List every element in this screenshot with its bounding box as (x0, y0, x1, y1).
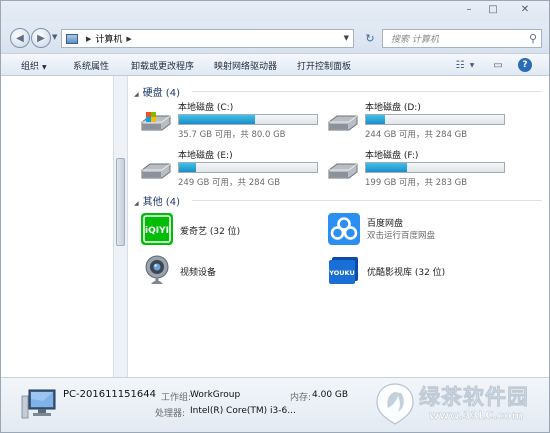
memory-value: 4.00 GB (312, 390, 349, 400)
organize-label: 组织 (21, 62, 40, 72)
window-controls: – □ ✕ (457, 1, 545, 17)
view-dropdown-icon[interactable]: ▼ (468, 58, 476, 72)
collapse-icon[interactable]: ◢ (134, 200, 139, 207)
scrollbar-thumb[interactable] (116, 158, 125, 246)
watermark-logo-icon (376, 383, 414, 425)
preview-pane-icon[interactable]: ▭ (491, 58, 505, 72)
iqiyi-logo-text: iQIYI (145, 226, 169, 236)
drive-usage-bar (365, 162, 505, 173)
hard-drive-icon (141, 163, 171, 179)
explorer-window: – □ ✕ ◀ ▶ ▼ ▶ 计算机 ▶ ▼ ↻ 搜索 计算机 ⚲ 组织 ▼ 系统属… (0, 0, 550, 433)
search-icon[interactable]: ⚲ (529, 32, 537, 45)
command-bar: 组织 ▼ 系统属性 卸载或更改程序 映射网络驱动器 打开控制面板 ☷ ▼ ▭ ? (1, 53, 549, 76)
view-options-icon[interactable]: ☷ (453, 58, 467, 72)
app-description: 双击运行百度网盘 (367, 231, 436, 241)
video-device[interactable]: 视频设备 (140, 253, 320, 291)
drive-d[interactable]: 本地磁盘 (D:) 244 GB 可用，共 284 GB (327, 100, 517, 146)
processor-label: 处理器: (155, 409, 186, 419)
caret-down-icon: ▼ (42, 64, 47, 71)
content-pane: ◢ 硬盘 (4) 本地磁盘 (C:) 35.7 GB 可用，共 80.0 GB 本… (128, 76, 549, 377)
address-bar[interactable]: ▶ 计算机 ▶ ▼ (61, 29, 354, 48)
map-network-drive-button[interactable]: 映射网络驱动器 (214, 59, 277, 72)
recent-pages-dropdown[interactable]: ▼ (52, 33, 57, 41)
refresh-button[interactable]: ↻ (362, 30, 378, 46)
drive-label: 本地磁盘 (E:) (178, 151, 233, 161)
system-properties-button[interactable]: 系统属性 (73, 59, 109, 72)
search-input[interactable]: 搜索 计算机 ⚲ (382, 29, 542, 48)
address-dropdown-icon[interactable]: ▼ (344, 34, 349, 42)
drive-usage-bar (365, 114, 505, 125)
chevron-right-icon[interactable]: ▶ (86, 35, 91, 43)
computer-name: PC-201611151644 (63, 389, 156, 400)
drive-free-space: 199 GB 可用，共 283 GB (365, 178, 468, 188)
open-control-panel-button[interactable]: 打开控制面板 (297, 59, 351, 72)
back-button[interactable]: ◀ (10, 28, 30, 48)
organize-button[interactable]: 组织 ▼ (21, 59, 47, 72)
title-bar: – □ ✕ (1, 1, 549, 23)
drive-free-space: 249 GB 可用，共 284 GB (178, 178, 281, 188)
drive-usage-fill (179, 115, 255, 124)
workgroup-value: WorkGroup (190, 390, 241, 400)
app-youku[interactable]: YOUKU 优酷影视库 (32 位) (327, 253, 527, 291)
system-drive-icon (141, 112, 171, 131)
forward-button[interactable]: ▶ (31, 28, 51, 48)
processor-value: Intel(R) Core(TM) i3-6... (190, 406, 296, 416)
drive-label: 本地磁盘 (D:) (365, 103, 421, 113)
refresh-icon: ↻ (365, 31, 375, 45)
breadcrumb-computer[interactable]: 计算机 (95, 32, 122, 45)
close-button[interactable]: ✕ (505, 1, 545, 17)
drive-free-space: 35.7 GB 可用，共 80.0 GB (178, 130, 286, 140)
app-iqiyi[interactable]: iQIYI 爱奇艺 (32 位) (140, 212, 320, 250)
app-baidu-netdisk[interactable]: 百度网盘 双击运行百度网盘 (327, 212, 527, 250)
watermark-url: www.33LC.com (429, 409, 524, 422)
group-divider (192, 200, 542, 201)
drive-label: 本地磁盘 (C:) (178, 103, 234, 113)
device-label: 视频设备 (180, 268, 217, 278)
app-label: 爱奇艺 (32 位) (180, 227, 241, 237)
drive-label: 本地磁盘 (F:) (365, 151, 419, 161)
drive-e[interactable]: 本地磁盘 (E:) 249 GB 可用，共 284 GB (140, 148, 330, 194)
computer-icon (66, 33, 78, 44)
drive-free-space: 244 GB 可用，共 284 GB (365, 130, 468, 140)
drive-usage-fill (366, 163, 408, 172)
drive-usage-bar (178, 162, 318, 173)
navigation-scrollbar[interactable] (114, 76, 128, 377)
drives-group-header[interactable]: ◢ 硬盘 (4) (134, 84, 180, 99)
baidu-netdisk-icon (328, 213, 360, 245)
drives-group-label: 硬盘 (4) (142, 88, 180, 99)
search-placeholder: 搜索 计算机 (391, 35, 439, 45)
youku-icon: YOUKU (328, 257, 358, 284)
drive-c[interactable]: 本地磁盘 (C:) 35.7 GB 可用，共 80.0 GB (140, 100, 330, 146)
navigation-pane[interactable] (1, 76, 114, 377)
hard-drive-icon (328, 115, 358, 131)
uninstall-program-button[interactable]: 卸载或更改程序 (131, 59, 194, 72)
memory-label: 内存: (290, 393, 312, 403)
collapse-icon[interactable]: ◢ (134, 91, 139, 98)
arrow-left-icon: ◀ (16, 32, 24, 44)
watermark-brand: 绿茶软件园 (419, 385, 529, 410)
youku-logo-text: YOUKU (328, 269, 354, 277)
computer-monitor-icon (21, 389, 56, 419)
workgroup-label: 工作组: (161, 393, 192, 403)
group-divider (192, 91, 542, 92)
chevron-right-icon[interactable]: ▶ (126, 35, 131, 43)
app-label: 优酷影视库 (32 位) (367, 268, 446, 278)
arrow-right-icon: ▶ (37, 32, 45, 44)
others-group-label: 其他 (4) (142, 197, 180, 208)
drive-f[interactable]: 本地磁盘 (F:) 199 GB 可用，共 283 GB (327, 148, 517, 194)
minimize-button[interactable]: – (457, 1, 481, 17)
help-icon[interactable]: ? (518, 58, 532, 72)
drive-usage-fill (179, 163, 196, 172)
others-group-header[interactable]: ◢ 其他 (4) (134, 193, 180, 208)
app-label: 百度网盘 (367, 219, 404, 229)
iqiyi-icon: iQIYI (141, 213, 173, 245)
drive-usage-bar (178, 114, 318, 125)
drive-usage-fill (366, 115, 386, 124)
maximize-button[interactable]: □ (481, 1, 505, 17)
hard-drive-icon (328, 163, 358, 179)
webcam-icon (145, 255, 169, 284)
address-row: ◀ ▶ ▼ ▶ 计算机 ▶ ▼ ↻ 搜索 计算机 ⚲ (1, 23, 549, 53)
